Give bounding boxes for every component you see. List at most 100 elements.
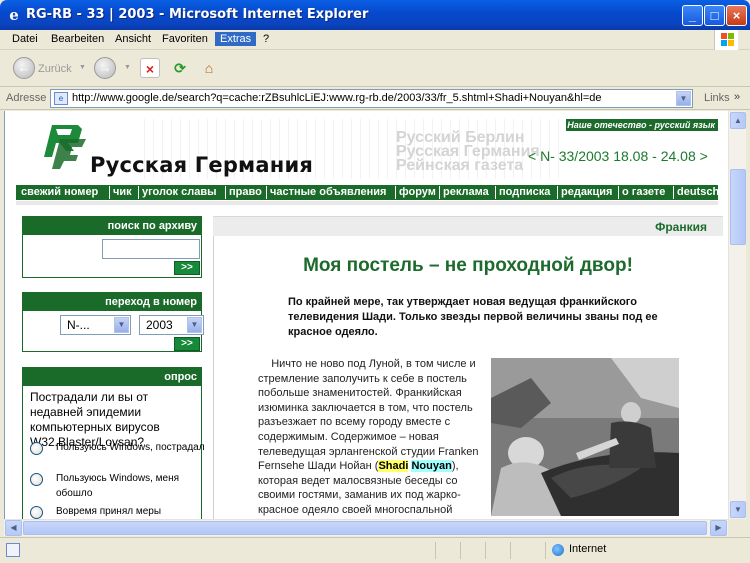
maximize-button[interactable]: □ (704, 5, 725, 26)
horizontal-scroll-thumb[interactable] (23, 521, 707, 535)
menu-bearbeiten[interactable]: Bearbeiten (46, 32, 109, 46)
minimize-button[interactable]: _ (682, 5, 703, 26)
rg-logo[interactable] (38, 121, 94, 173)
nav-subscribe[interactable]: подписка (499, 186, 550, 198)
nav-separator (395, 186, 396, 199)
ie-icon: e (9, 6, 19, 24)
nav-editorial[interactable]: редакция (561, 186, 612, 198)
chevron-down-icon[interactable]: ▼ (187, 317, 202, 333)
forward-dropdown-icon[interactable]: ▼ (124, 64, 131, 71)
menu-ansicht[interactable]: Ansicht (110, 32, 156, 46)
issue-jump-box: переход в номер N-... ▼ 2003 ▼ >> (22, 292, 204, 352)
nav-ads[interactable]: реклама (443, 186, 489, 198)
nav-fame-corner[interactable]: уголок славы (142, 186, 217, 198)
poll-heading: опрос (23, 368, 201, 386)
poll-radio[interactable] (30, 473, 43, 486)
menu-extras[interactable]: Extras (215, 32, 257, 46)
header-ghost-titles: Русский Берлин Русская Германия Рейнская… (396, 130, 540, 174)
menu-datei[interactable]: Datei (7, 32, 43, 46)
nav-separator (439, 186, 440, 199)
scroll-down-icon[interactable]: ▼ (730, 501, 746, 518)
back-label[interactable]: Zurück (38, 63, 72, 75)
toolbar: ← Zurück ▼ → ▼ × ⟳ ⌂ (0, 51, 750, 87)
article-photo (491, 358, 679, 516)
poll-option-label[interactable]: Пользуюсь Windows, пострадал (56, 440, 206, 455)
address-input[interactable]: e http://www.google.de/search?q=cache:rZ… (50, 89, 693, 108)
page-icon: e (54, 92, 68, 105)
horizontal-scrollbar[interactable]: ◀ ▶ (4, 519, 728, 536)
issue-number-select[interactable]: N-... ▼ (60, 315, 131, 335)
status-separator (485, 542, 486, 559)
nav-separator (618, 186, 619, 199)
back-icon[interactable]: ← (13, 57, 35, 79)
section-header: Франкия (213, 216, 723, 236)
issue-year-select[interactable]: 2003 ▼ (139, 315, 204, 335)
nav-fresh-issue[interactable]: свежий номер (21, 186, 98, 198)
poll-radio[interactable] (30, 442, 43, 455)
menu-help[interactable]: ? (258, 32, 274, 46)
article-lead: По крайней мере, так утверждает новая ве… (288, 296, 658, 338)
highlight-term: Shadi (378, 460, 409, 473)
address-label: Adresse (6, 92, 47, 104)
archive-search-input[interactable] (102, 239, 200, 259)
poll-option-label[interactable]: Пользуюсь Windows, меня обошло (56, 471, 206, 501)
windows-logo-icon (714, 30, 738, 50)
close-button[interactable]: × (726, 5, 747, 26)
scroll-corner (728, 519, 746, 536)
nav-deutsch[interactable]: deutsch (677, 186, 719, 198)
nav-chik[interactable]: чик (113, 186, 132, 198)
archive-search-box: поиск по архиву >> (22, 216, 202, 278)
vertical-scrollbar[interactable]: ▲ ▼ (728, 111, 746, 519)
address-bar: Adresse e http://www.google.de/search?q=… (0, 88, 750, 110)
page-viewport: Русский Берлин Русская Германия Рейнская… (4, 111, 728, 519)
links-label[interactable]: Links (704, 92, 730, 104)
nav-forum[interactable]: форум (399, 186, 436, 198)
menu-favoriten[interactable]: Favoriten (157, 32, 213, 46)
menu-bar: Datei Bearbeiten Ansicht Favoriten Extra… (0, 30, 750, 50)
site-title: Русская Германия (90, 153, 314, 177)
refresh-icon[interactable]: ⟳ (170, 58, 190, 78)
chevron-down-icon[interactable]: ▼ (114, 317, 129, 333)
scroll-right-icon[interactable]: ▶ (710, 520, 727, 536)
column-divider (213, 236, 214, 519)
article-body: Ничто не ново под Луной, в том числе и с… (258, 357, 485, 519)
scroll-left-icon[interactable]: ◀ (5, 520, 22, 536)
archive-search-heading: поиск по архиву (23, 217, 201, 235)
issue-year-value: 2003 (146, 318, 173, 332)
article-body-text: Ничто не ново под Луной, в том числе и с… (258, 358, 479, 473)
back-dropdown-icon[interactable]: ▼ (79, 64, 86, 71)
nav-about[interactable]: о газете (622, 186, 665, 198)
forward-icon[interactable]: → (94, 57, 116, 79)
article-title: Моя постель – не проходной двор! (303, 255, 633, 276)
poll-option-label[interactable]: Вовремя принял меры (56, 504, 206, 519)
site-motto: Наше отечество - русский язык (566, 119, 718, 131)
nav-separator (557, 186, 558, 199)
section-name[interactable]: Франкия (655, 220, 707, 234)
address-dropdown-icon[interactable]: ▼ (676, 91, 691, 106)
issue-jump-heading: переход в номер (23, 293, 201, 311)
status-separator (545, 542, 546, 559)
ghost-line: Рейнская газета (396, 157, 524, 174)
nav-separator (138, 186, 139, 199)
nav-separator (266, 186, 267, 199)
nav-law[interactable]: право (229, 186, 262, 198)
nav-separator (495, 186, 496, 199)
site-nav: свежий номер чик уголок славы право част… (16, 183, 719, 200)
stop-icon[interactable]: × (140, 58, 160, 78)
nav-separator (673, 186, 674, 199)
scroll-up-icon[interactable]: ▲ (730, 112, 746, 129)
nav-classifieds[interactable]: частные объявления (270, 186, 386, 198)
links-chevron-icon[interactable]: » (734, 91, 740, 103)
status-bar: Internet (0, 537, 750, 563)
archive-search-button[interactable]: >> (174, 261, 200, 275)
address-url[interactable]: http://www.google.de/search?q=cache:rZBs… (72, 92, 602, 104)
nav-underline (16, 201, 718, 205)
nav-separator (225, 186, 226, 199)
page-status-icon (6, 543, 20, 557)
poll-radio[interactable] (30, 506, 43, 519)
home-icon[interactable]: ⌂ (199, 58, 219, 78)
vertical-scroll-thumb[interactable] (730, 169, 746, 245)
issue-jump-button[interactable]: >> (174, 337, 200, 351)
nav-separator (109, 186, 110, 199)
issue-label[interactable]: < N- 33/2003 18.08 - 24.08 > (528, 148, 708, 164)
